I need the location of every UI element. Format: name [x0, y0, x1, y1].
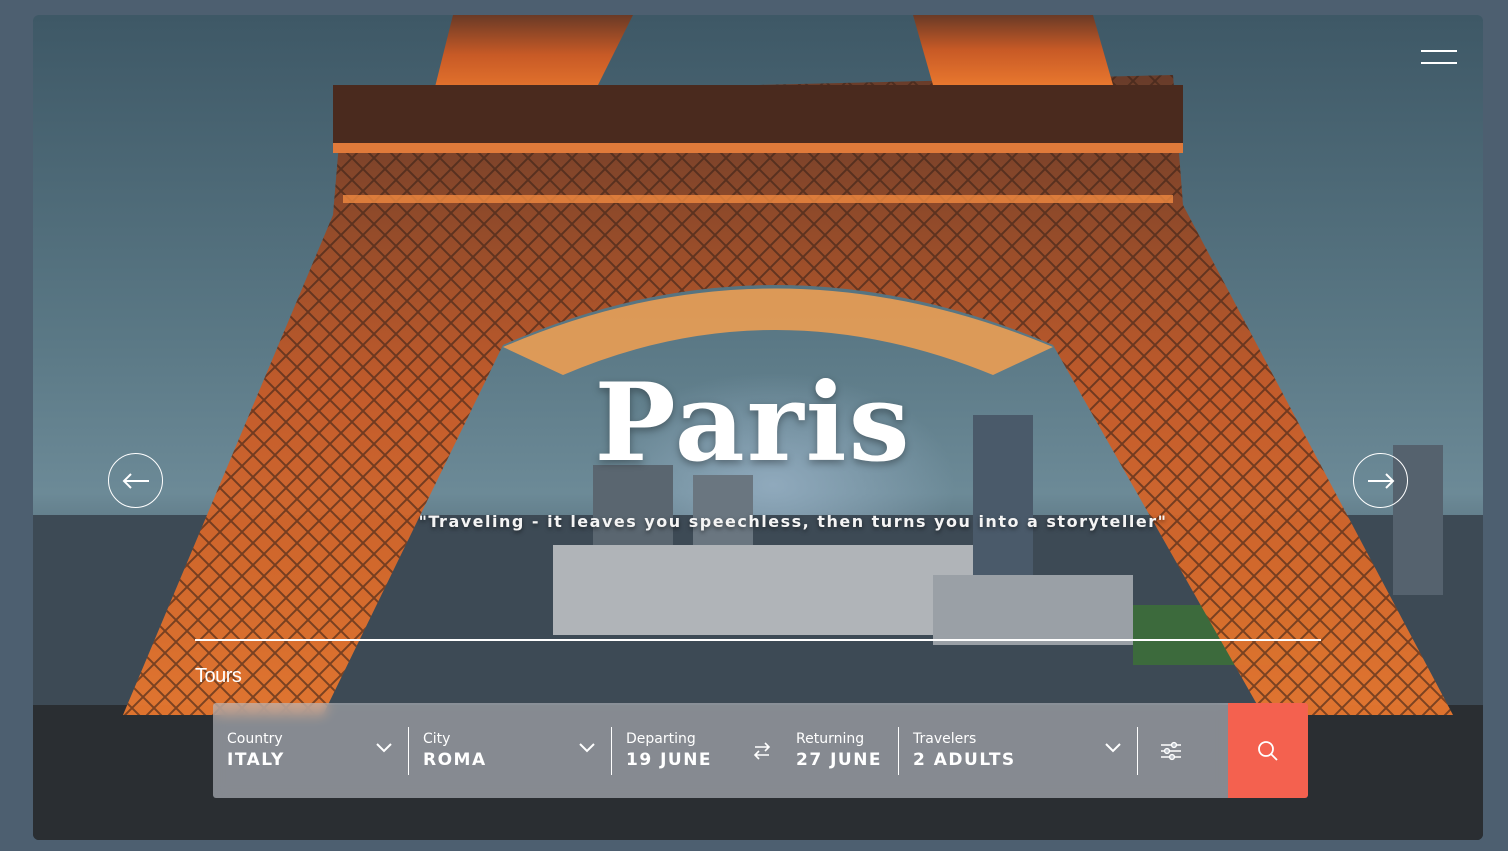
hero-section: Paris "Traveling - it leaves you speechl… — [33, 15, 1483, 840]
filters-button[interactable] — [1138, 703, 1204, 798]
country-select[interactable]: Country ITALY — [213, 703, 408, 798]
arrow-left-icon — [122, 472, 149, 489]
departing-value: 19 JUNE — [626, 750, 713, 770]
arrow-right-icon — [1367, 472, 1394, 489]
hero-tagline: "Traveling - it leaves you speechless, t… — [418, 512, 1168, 531]
search-button[interactable] — [1228, 703, 1308, 798]
city-value: ROMA — [423, 750, 487, 770]
returning-date[interactable]: Returning 27 JUNE — [782, 703, 898, 798]
country-value: ITALY — [227, 750, 285, 770]
swap-dates-button[interactable] — [742, 703, 782, 798]
city-select[interactable]: City ROMA — [409, 703, 611, 798]
returning-label: Returning — [796, 731, 865, 747]
chevron-down-icon — [376, 743, 392, 753]
departing-date[interactable]: Departing 19 JUNE — [612, 703, 742, 798]
departing-label: Departing — [626, 731, 696, 747]
travelers-select[interactable]: Travelers 2 ADULTS — [899, 703, 1137, 798]
tab-divider — [195, 639, 1321, 641]
next-slide-button[interactable] — [1353, 453, 1408, 508]
hero-title: Paris — [594, 360, 912, 486]
hamburger-icon — [1421, 50, 1457, 52]
chevron-down-icon — [1105, 743, 1121, 753]
returning-value: 27 JUNE — [796, 750, 883, 770]
sliders-icon — [1161, 741, 1181, 760]
chevron-down-icon — [579, 743, 595, 753]
swap-icon — [753, 741, 771, 760]
travelers-value: 2 ADULTS — [913, 750, 1016, 770]
search-form: Country ITALY City ROMA Departing 19 JUN… — [213, 703, 1308, 798]
search-icon — [1258, 740, 1278, 761]
menu-button[interactable] — [1421, 48, 1459, 70]
search-fields: Country ITALY City ROMA Departing 19 JUN… — [213, 703, 1228, 798]
travelers-label: Travelers — [913, 731, 977, 747]
prev-slide-button[interactable] — [108, 453, 163, 508]
tab-tours[interactable]: Tours — [195, 665, 242, 688]
